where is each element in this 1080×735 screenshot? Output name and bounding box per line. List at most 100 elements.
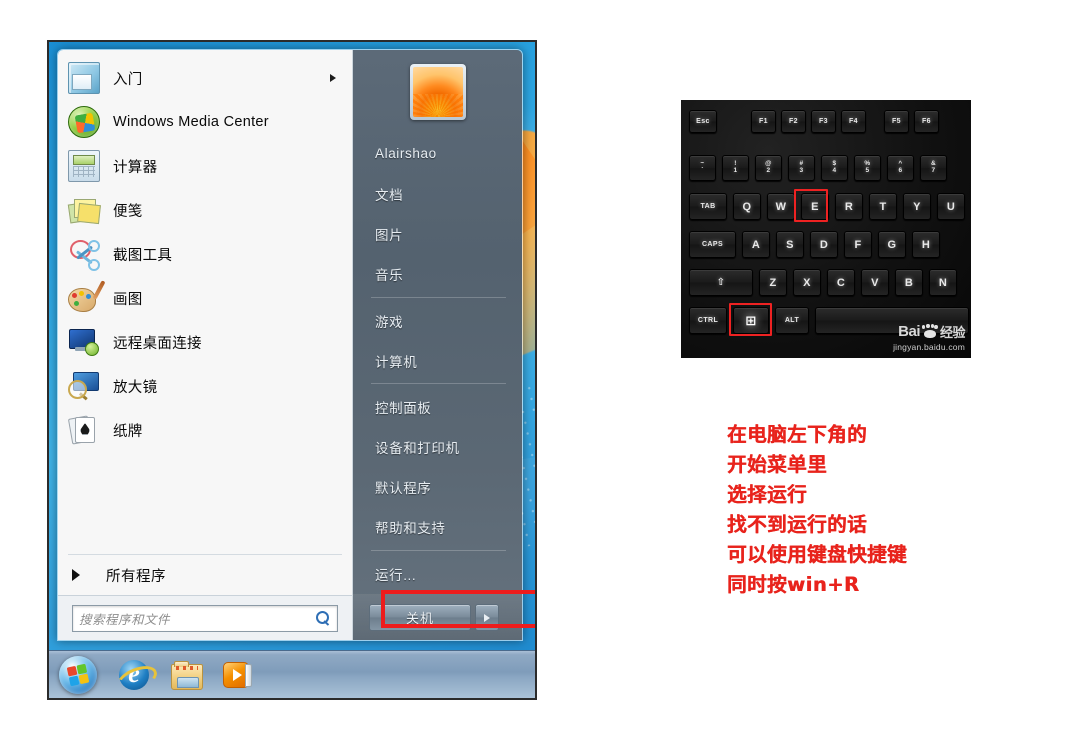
shutdown-button[interactable]: 关机 (369, 604, 471, 632)
places-item-computer[interactable]: 计算机 (353, 341, 522, 381)
places-item-games[interactable]: 游戏 (353, 301, 522, 341)
places-item-pictures[interactable]: 图片 (353, 214, 522, 254)
divider (371, 383, 506, 385)
key-r-highlight-box (794, 189, 828, 222)
chevron-right-icon[interactable] (475, 604, 499, 632)
program-label: Windows Media Center (113, 114, 269, 130)
search-icon[interactable] (315, 610, 331, 626)
key-f6[interactable]: F6 (914, 110, 939, 133)
start-orb[interactable] (59, 655, 97, 694)
program-item-snipping-tool[interactable]: 截图工具 (58, 232, 352, 276)
program-item-paint[interactable]: 画图 (58, 276, 352, 320)
key-f5[interactable]: F5 (884, 110, 909, 133)
key-f3[interactable]: F3 (811, 110, 836, 133)
key-v[interactable]: V (861, 269, 889, 296)
key-bottom-label: 6 (898, 167, 903, 174)
key-y[interactable]: Y (903, 193, 931, 220)
key-f4[interactable]: F4 (841, 110, 866, 133)
key-esc[interactable]: Esc (689, 110, 717, 133)
program-item-calculator[interactable]: 计算器 (58, 144, 352, 188)
places-item-control-panel[interactable]: 控制面板 (353, 387, 522, 427)
key-alt[interactable]: ALT (775, 307, 809, 334)
keyboard-row-function: Esc F1 F2 F3 F4 F5 F6 (689, 110, 939, 133)
keyboard-row-home: CAPS A S D F G H (689, 231, 940, 258)
key-tab[interactable]: TAB (689, 193, 727, 220)
key-r[interactable]: R (835, 193, 863, 220)
file-explorer-icon[interactable] (171, 660, 203, 690)
snipping-tool-icon (68, 238, 100, 271)
instruction-line-3: 选择运行 (727, 483, 808, 506)
shutdown-area: 关机 (353, 594, 522, 640)
key-3[interactable]: # 3 (788, 155, 815, 181)
key-u[interactable]: U (937, 193, 965, 220)
key-t[interactable]: T (869, 193, 897, 220)
key-x[interactable]: X (793, 269, 821, 296)
taskbar (49, 650, 535, 698)
instruction-text-block: 在电脑左下角的 开始菜单里 选择运行 找不到运行的话 可以使用键盘快捷键 同时按… (727, 420, 1027, 600)
key-6[interactable]: ^ 6 (887, 155, 914, 181)
key-bottom-label: 7 (931, 167, 936, 174)
key-f1[interactable]: F1 (751, 110, 776, 133)
program-item-remote-desktop[interactable]: 远程桌面连接 (58, 320, 352, 364)
program-item-solitaire[interactable]: 纸牌 (58, 408, 352, 452)
all-programs-label: 所有程序 (106, 568, 166, 585)
key-h[interactable]: H (912, 231, 940, 258)
program-item-sticky-notes[interactable]: 便笺 (58, 188, 352, 232)
places-item-help-and-support[interactable]: 帮助和支持 (353, 507, 522, 547)
calculator-icon (68, 150, 100, 182)
key-z[interactable]: Z (759, 269, 787, 296)
key-q[interactable]: Q (733, 193, 761, 220)
magnifier-icon (68, 370, 100, 402)
getting-started-icon (68, 62, 100, 94)
program-label: 远程桌面连接 (113, 335, 202, 352)
key-1[interactable]: ! 1 (722, 155, 749, 181)
user-name[interactable]: Alairshao (353, 134, 522, 174)
key-f[interactable]: F (844, 231, 872, 258)
key-bottom-label: 4 (832, 167, 837, 174)
key-ctrl[interactable]: CTRL (689, 307, 727, 334)
key-s[interactable]: S (776, 231, 804, 258)
program-label: 纸牌 (113, 423, 143, 440)
program-label: 计算器 (113, 159, 158, 176)
search-input[interactable]: 搜索程序和文件 (72, 604, 338, 632)
key-f2[interactable]: F2 (781, 110, 806, 133)
program-item-getting-started[interactable]: 入门 (58, 56, 352, 100)
triangle-right-icon (72, 569, 80, 581)
divider (371, 296, 506, 298)
key-5[interactable]: % 5 (854, 155, 881, 181)
program-label: 便笺 (113, 203, 143, 220)
key-bottom-label: 1 (733, 167, 738, 174)
key-d[interactable]: D (810, 231, 838, 258)
places-item-default-programs[interactable]: 默认程序 (353, 467, 522, 507)
program-item-windows-media-center[interactable]: Windows Media Center (58, 100, 352, 144)
places-item-devices-and-printers[interactable]: 设备和打印机 (353, 427, 522, 467)
places-item-documents[interactable]: 文档 (353, 174, 522, 214)
user-avatar-flower[interactable] (409, 63, 466, 120)
windows-media-player-icon[interactable] (223, 660, 253, 690)
key-shift[interactable]: ⇧ (689, 269, 753, 296)
divider (371, 550, 506, 552)
key-backquote[interactable]: ~ ` (689, 155, 716, 181)
chevron-right-icon (330, 74, 336, 82)
key-capslock[interactable]: CAPS (689, 231, 736, 258)
key-w[interactable]: W (767, 193, 795, 220)
key-2[interactable]: @ 2 (755, 155, 782, 181)
start-menu: 入门 Windows Media Center 计算器 便笺 截图工具 画图 远… (57, 49, 523, 641)
key-bottom-label: ` (701, 167, 704, 174)
key-n[interactable]: N (929, 269, 957, 296)
desktop-screenshot: 入门 Windows Media Center 计算器 便笺 截图工具 画图 远… (47, 40, 537, 700)
key-c[interactable]: C (827, 269, 855, 296)
key-b[interactable]: B (895, 269, 923, 296)
places-item-run[interactable]: 运行... (353, 554, 522, 594)
key-g[interactable]: G (878, 231, 906, 258)
key-4[interactable]: $ 4 (821, 155, 848, 181)
paw-icon (921, 324, 938, 338)
key-a[interactable]: A (742, 231, 770, 258)
key-7[interactable]: & 7 (920, 155, 947, 181)
all-programs-button[interactable]: 所有程序 (58, 555, 352, 595)
program-item-magnifier[interactable]: 放大镜 (58, 364, 352, 408)
start-menu-programs-pane: 入门 Windows Media Center 计算器 便笺 截图工具 画图 远… (58, 50, 353, 640)
internet-explorer-icon[interactable] (113, 659, 161, 697)
places-item-music[interactable]: 音乐 (353, 254, 522, 294)
key-bottom-label: 5 (865, 167, 870, 174)
